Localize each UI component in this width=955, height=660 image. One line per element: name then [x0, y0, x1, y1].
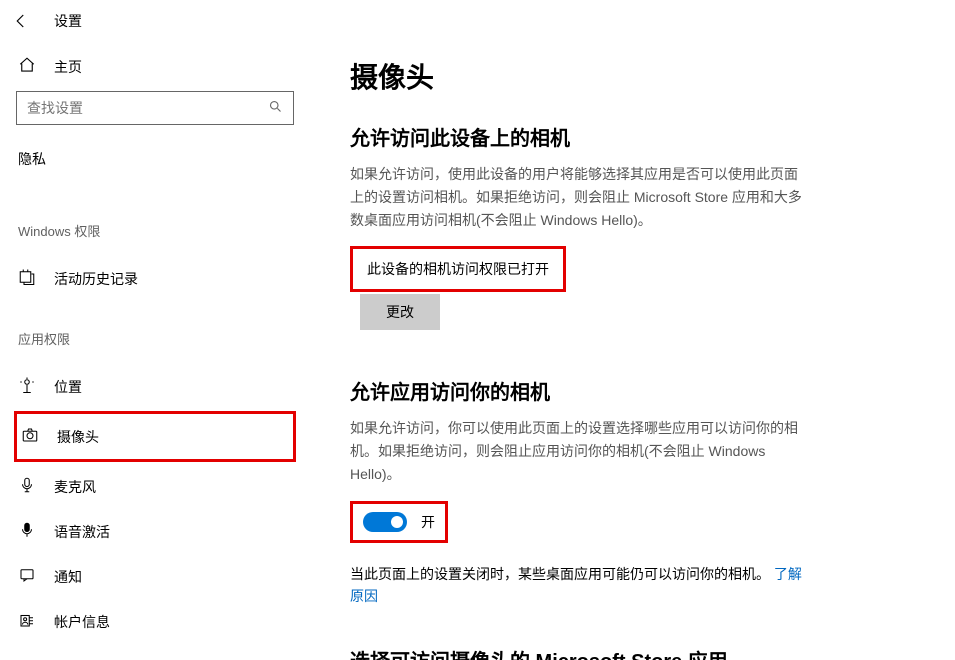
microphone-icon: [18, 476, 36, 497]
change-button[interactable]: 更改: [360, 294, 440, 330]
search-icon: [268, 99, 283, 117]
privacy-heading: 隐私: [0, 149, 310, 169]
nav-activity-history[interactable]: 活动历史记录: [0, 256, 310, 301]
note-text: 当此页面上的设置关闭时，某些桌面应用可能仍可以访问你的相机。: [350, 566, 770, 582]
home-icon: [18, 56, 36, 77]
device-camera-status: 此设备的相机访问权限已打开: [350, 246, 566, 292]
nav-voice-activation[interactable]: 语音激活: [0, 509, 310, 554]
voice-icon: [18, 521, 36, 542]
app-camera-toggle-highlight: 开: [350, 501, 448, 543]
titlebar: 设置: [0, 0, 955, 42]
nav-microphone[interactable]: 麦克风: [0, 464, 310, 509]
nav-item-label: 帐户信息: [54, 612, 110, 632]
nav-item-label: 麦克风: [54, 477, 96, 497]
search-input[interactable]: [16, 91, 294, 125]
nav-item-label: 语音激活: [54, 522, 110, 542]
main-content: 摄像头 允许访问此设备上的相机 如果允许访问，使用此设备的用户将能够选择其应用是…: [310, 42, 955, 660]
page-title: 摄像头: [350, 56, 915, 96]
back-icon[interactable]: [12, 12, 30, 30]
section3-heading: 选择可访问摄像头的 Microsoft Store 应用: [350, 645, 915, 660]
app-camera-toggle[interactable]: [363, 512, 407, 532]
toggle-label: 开: [421, 512, 435, 532]
section2-desc: 如果允许访问，你可以使用此页面上的设置选择哪些应用可以访问你的相机。如果拒绝访问…: [350, 417, 810, 486]
nav-home[interactable]: 主页: [0, 54, 310, 91]
section-windows-perm: Windows 权限: [0, 221, 310, 240]
notification-icon: [18, 566, 36, 587]
section1-desc: 如果允许访问，使用此设备的用户将能够选择其应用是否可以使用此页面上的设置访问相机…: [350, 163, 810, 232]
section-app-perm: 应用权限: [0, 329, 310, 348]
activity-icon: [18, 268, 36, 289]
nav-item-label: 位置: [54, 377, 82, 397]
nav-notifications[interactable]: 通知: [0, 554, 310, 599]
status-text: 此设备的相机访问权限已打开: [367, 261, 549, 277]
account-icon: [18, 611, 36, 632]
window-title: 设置: [54, 11, 82, 31]
location-icon: [18, 376, 36, 397]
nav-camera-highlight: 摄像头: [14, 411, 296, 462]
sidebar: 主页 隐私 Windows 权限 活动历史记录 应用权限: [0, 42, 310, 660]
section1-heading: 允许访问此设备上的相机: [350, 122, 915, 151]
nav-item-label: 摄像头: [57, 427, 99, 447]
nav-item-label: 通知: [54, 567, 82, 587]
camera-icon: [21, 426, 39, 447]
nav-home-label: 主页: [54, 57, 82, 77]
nav-account-info[interactable]: 帐户信息: [0, 599, 310, 644]
section2-heading: 允许应用访问你的相机: [350, 376, 915, 405]
search-field[interactable]: [27, 100, 268, 116]
nav-item-label: 活动历史记录: [54, 269, 138, 289]
nav-camera[interactable]: 摄像头: [17, 414, 293, 459]
nav-location[interactable]: 位置: [0, 364, 310, 409]
section2-note: 当此页面上的设置关闭时，某些桌面应用可能仍可以访问你的相机。 了解原因: [350, 563, 810, 608]
